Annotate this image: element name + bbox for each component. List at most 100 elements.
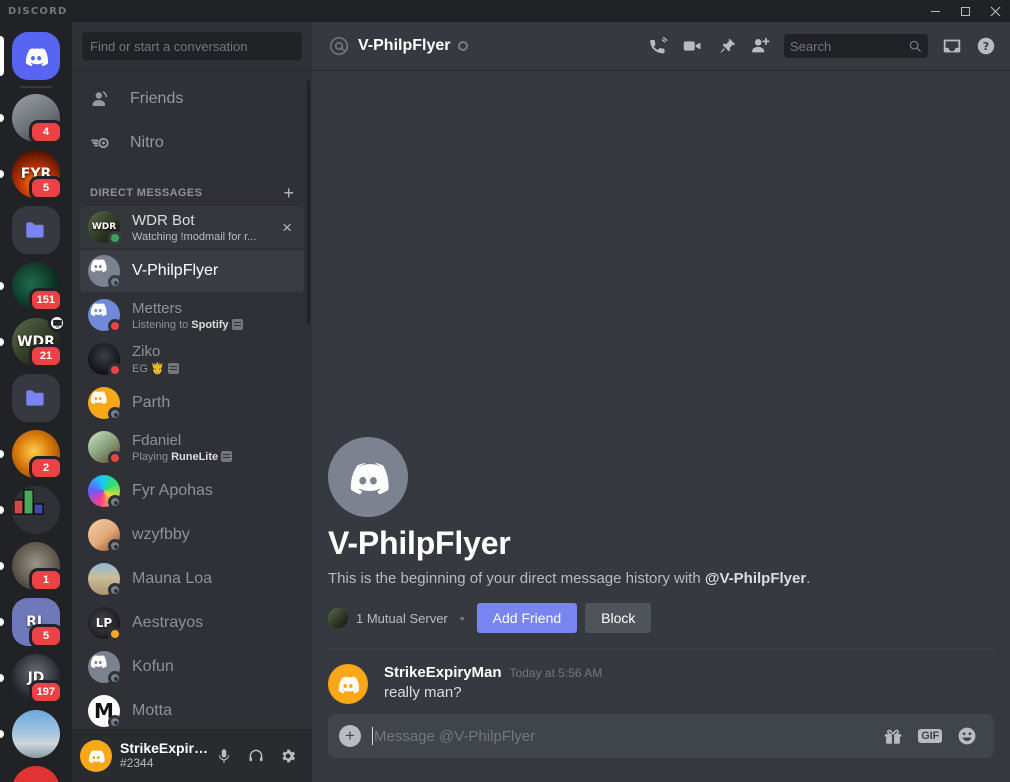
user-settings-button[interactable]	[272, 740, 304, 772]
server-icon[interactable]	[12, 486, 60, 534]
dm-scrollbar[interactable]	[307, 80, 310, 325]
server-rail-item[interactable]: WDR 21	[0, 314, 72, 370]
server-rail-item[interactable]: 2	[0, 426, 72, 482]
screenshare-icon	[48, 314, 66, 332]
create-dm-button[interactable]: +	[283, 184, 294, 202]
server-rail-item[interactable]: 4	[0, 90, 72, 146]
server-icon[interactable]: NEW	[12, 766, 60, 782]
block-button[interactable]: Block	[585, 603, 652, 633]
server-rail[interactable]: 4FYR5 151WDR21 2 1RL5JD197 NEW	[0, 22, 72, 782]
help-icon[interactable]: ?	[970, 30, 1002, 62]
sidebar-item-friends[interactable]: Friends	[80, 78, 304, 120]
dm-list-item[interactable]: Ziko EG 🤴	[80, 338, 304, 380]
maximize-button[interactable]	[950, 0, 980, 22]
chat-title: V-PhilpFlyer	[358, 37, 451, 54]
close-dm-button[interactable]: ×	[278, 219, 296, 236]
discord-logo-icon	[88, 749, 105, 763]
message-area[interactable]: V-PhilpFlyer This is the beginning of yo…	[312, 70, 1010, 714]
server-rail-item[interactable]	[0, 482, 72, 538]
discord-logo-icon	[350, 463, 389, 495]
conversation-search-input[interactable]	[82, 32, 302, 60]
dm-list-item[interactable]: M Motta	[80, 690, 304, 729]
dm-list-item[interactable]: Metters Listening to Spotify	[80, 294, 304, 336]
dm-name: Aestrayos	[132, 614, 204, 631]
composer-box[interactable]: + GIF	[328, 714, 994, 758]
message-avatar[interactable]	[328, 664, 368, 704]
server-rail-item[interactable]: 1	[0, 538, 72, 594]
server-rail-item[interactable]	[0, 706, 72, 762]
avatar	[88, 475, 122, 509]
dm-text: WDR Bot Watching !modmail for r...	[132, 212, 278, 243]
dm-list-item[interactable]: LP Aestrayos	[80, 602, 304, 644]
chat-header-actions: ?	[642, 30, 1002, 62]
avatar: LP	[88, 607, 122, 641]
chat-search-input[interactable]	[790, 38, 908, 54]
server-rail-item[interactable]	[0, 370, 72, 426]
chat-main: V-PhilpFlyer Search ? V-PhilpFlyer This …	[312, 22, 1010, 782]
add-friends-to-dm-icon[interactable]	[744, 30, 776, 62]
message-header: StrikeExpiryMan Today at 5:56 AM	[384, 664, 994, 681]
dm-list-item[interactable]: WDR WDR Bot Watching !modmail for r... ×	[80, 206, 304, 248]
current-user-avatar[interactable]	[80, 739, 112, 772]
status-indicator-dnd	[108, 451, 122, 465]
inbox-icon[interactable]	[936, 30, 968, 62]
avatar: M	[88, 695, 122, 729]
server-rail-item[interactable]	[0, 28, 72, 84]
server-unread-pill	[0, 562, 4, 570]
server-folder[interactable]	[12, 206, 60, 254]
dm-sidebar: Friends Nitro DIRECT MESSAGES + WDR WDR …	[72, 22, 312, 782]
dm-list-item[interactable]: V-PhilpFlyer	[80, 250, 304, 292]
server-rail-item[interactable]	[0, 202, 72, 258]
current-user-info[interactable]: StrikeExpiry... #2344	[120, 741, 208, 770]
status-indicator-dnd	[108, 319, 122, 333]
chat-header: V-PhilpFlyer Search ?	[312, 22, 1010, 70]
dm-list-item[interactable]: wzyfbby	[80, 514, 304, 556]
add-friend-button[interactable]: Add Friend	[476, 603, 578, 633]
dm-name: Parth	[132, 394, 171, 411]
avatar	[88, 563, 122, 597]
dm-text: Kofun	[132, 658, 296, 676]
server-rail-item[interactable]: 151	[0, 258, 72, 314]
close-button[interactable]	[980, 0, 1010, 22]
minimize-button[interactable]	[920, 0, 950, 22]
server-artwork	[12, 486, 60, 534]
chat-user-status-offline	[458, 41, 469, 51]
nitro-icon	[88, 131, 120, 155]
server-unread-badge: 1	[29, 568, 63, 592]
emoji-icon[interactable]	[956, 725, 978, 747]
dm-list-item[interactable]: Parth	[80, 382, 304, 424]
server-rail-item[interactable]: RL 5	[0, 594, 72, 650]
discord-logo-icon	[90, 303, 107, 317]
gear-icon	[282, 749, 296, 762]
gift-icon[interactable]	[882, 725, 904, 747]
message-input[interactable]	[374, 727, 883, 745]
server-folder[interactable]	[12, 374, 60, 422]
dm-intro-mention: @V-PhilpFlyer	[704, 570, 807, 587]
dm-list-item[interactable]: Kofun	[80, 646, 304, 688]
home-button[interactable]	[12, 32, 60, 80]
dm-name: Fdaniel	[132, 431, 182, 449]
pinned-messages-icon[interactable]	[710, 30, 742, 62]
server-icon[interactable]	[12, 710, 60, 758]
mute-button[interactable]	[208, 740, 240, 772]
upload-attachment-button[interactable]: +	[328, 714, 372, 758]
mutual-servers-label: 1 Mutual Server	[356, 610, 448, 626]
avatar	[88, 343, 122, 377]
gif-icon[interactable]: GIF	[918, 729, 942, 743]
start-video-call-icon[interactable]	[676, 30, 708, 62]
message-author[interactable]: StrikeExpiryMan	[384, 664, 502, 681]
dm-scroll-area[interactable]: Friends Nitro DIRECT MESSAGES + WDR WDR …	[72, 70, 312, 729]
sidebar-item-nitro[interactable]: Nitro	[80, 122, 304, 164]
dm-list-item[interactable]: Fyr Apohas	[80, 470, 304, 512]
dm-list-item[interactable]: Fdaniel Playing RuneLite	[80, 426, 304, 468]
dm-intro-desc-suffix: .	[806, 570, 811, 587]
dm-list-item[interactable]: Mauna Loa	[80, 558, 304, 600]
emoji-glyph: 🤴	[150, 363, 165, 375]
deafen-button[interactable]	[240, 740, 272, 772]
server-rail-item[interactable]: JD 197	[0, 650, 72, 706]
server-rail-item[interactable]: NEW	[0, 762, 72, 782]
dm-subtitle: Listening to Spotify	[132, 319, 296, 331]
server-rail-item[interactable]: FYR 5	[0, 146, 72, 202]
mutual-servers[interactable]: 1 Mutual Server	[328, 608, 448, 628]
start-voice-call-icon[interactable]	[642, 30, 674, 62]
